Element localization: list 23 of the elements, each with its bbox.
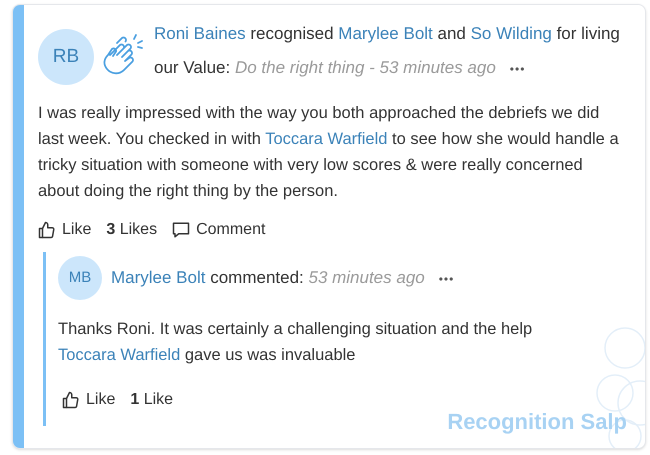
thumbs-up-icon (38, 221, 56, 239)
person-link[interactable]: Roni Baines (154, 24, 246, 43)
person-link[interactable]: Marylee Bolt (111, 268, 206, 288)
person-link[interactable]: So Wilding (470, 24, 552, 43)
brand-label: Recognition Salp (447, 408, 627, 436)
comment-button[interactable]: Comment (172, 218, 266, 242)
person-link[interactable]: Toccara Warfield (58, 346, 180, 364)
comment-headline: Marylee Bolt commented: 53 minutes ago ••• (111, 267, 454, 290)
speech-bubble-icon (172, 221, 190, 239)
avatar: RB (38, 29, 94, 85)
recognition-headline: Roni Baines recognised Marylee Bolt and So Wilding for living our Value: Do the right thing - 53 minutes ago ••• (154, 23, 621, 79)
person-link[interactable]: Toccara Warfield (265, 130, 388, 148)
avatar: MB (58, 256, 102, 300)
likes-count: 1 Like (130, 390, 174, 410)
person-link[interactable]: Marylee Bolt (338, 24, 433, 43)
likes-count: 3 Likes (106, 220, 158, 240)
more-options-button[interactable]: ••• (510, 62, 526, 76)
comment-text: Thanks Roni. It was certainly a challenging situation and the help Toccara Warfield gave us was invaluable (58, 319, 534, 366)
thumbs-up-icon (62, 391, 80, 409)
like-button[interactable]: Like (62, 388, 116, 412)
post-text: I was really impressed with the way you both approached the debriefs we did last week. You checked in with Toccara Warfield to see how she would handle a tricky situation with someone with very low scores & were really concerned about doing the right thing by the person. (38, 103, 620, 202)
more-options-button[interactable]: ••• (438, 272, 454, 286)
like-button[interactable]: Like (38, 218, 92, 242)
